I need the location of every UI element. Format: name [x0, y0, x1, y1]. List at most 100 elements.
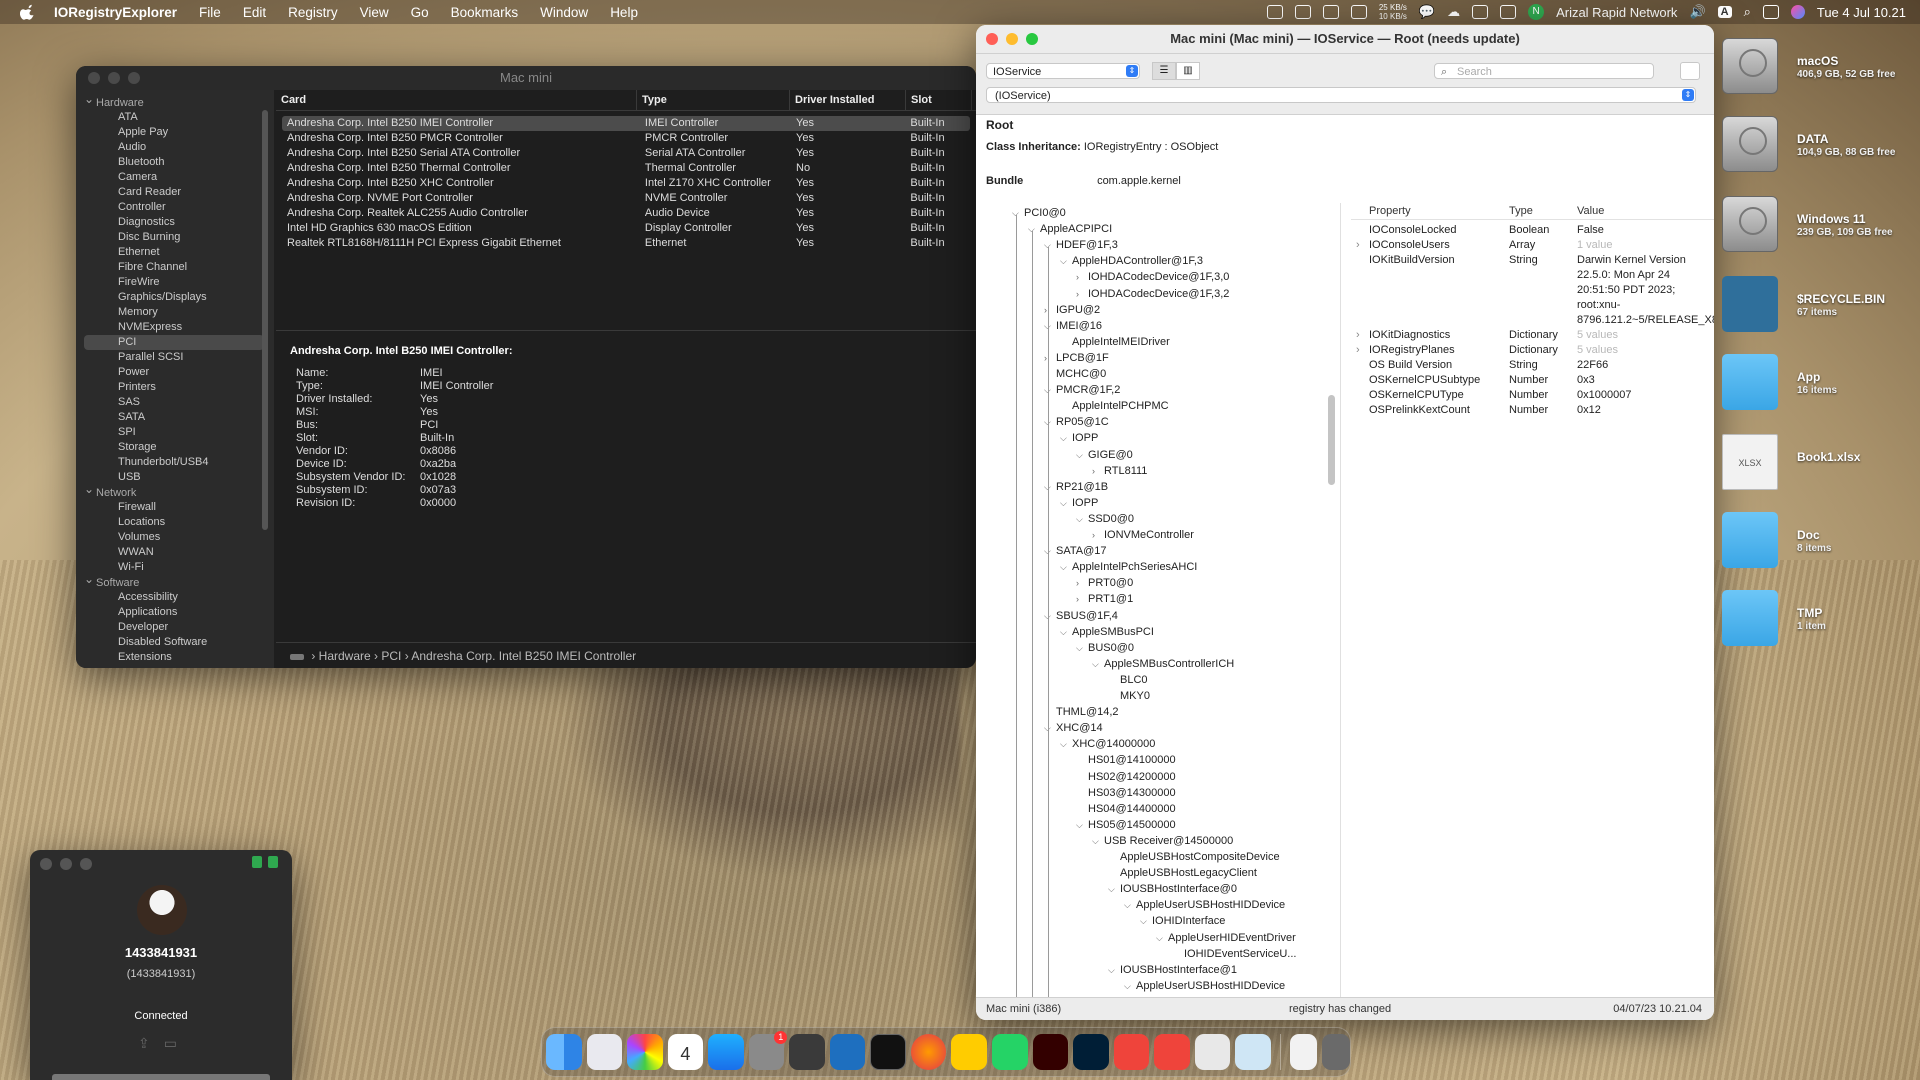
sidebar-item[interactable]: Extensions	[76, 650, 274, 665]
tree-node[interactable]: ⌵ USB Receiver@14500000	[1092, 833, 1233, 849]
sidebar-item[interactable]: USB	[76, 470, 274, 485]
column-slot[interactable]: Slot	[906, 90, 972, 110]
messaging-app-icon[interactable]	[951, 1034, 988, 1070]
chevron-down-icon[interactable]: ⌵	[1124, 978, 1136, 994]
activity-monitor-icon[interactable]	[1266, 5, 1283, 19]
tree-node[interactable]: ⌵ PMCR@1F,2	[1044, 382, 1120, 398]
tree-node[interactable]: ⌵ XHC@14000000	[1060, 736, 1155, 752]
chevron-right-icon[interactable]: ›	[1356, 343, 1360, 358]
property-row[interactable]: › IORegistryPlanes Dictionary 5 values	[1351, 343, 1714, 358]
photoshop-icon[interactable]	[1073, 1034, 1109, 1070]
sidebar-item[interactable]: Disc Burning	[76, 230, 274, 245]
firefox-icon[interactable]	[910, 1034, 947, 1070]
sidebar-item[interactable]: Memory	[76, 305, 274, 320]
menu-registry[interactable]: Registry	[288, 5, 338, 20]
sidebar-item[interactable]: Disabled Software	[76, 635, 274, 650]
whatsapp-icon[interactable]	[992, 1034, 1028, 1070]
tree-node[interactable]: ⌵ AppleSMBusPCI	[1060, 624, 1154, 640]
cloud-icon[interactable]: ☁	[1447, 4, 1460, 20]
sidebar-scrollbar[interactable]	[262, 110, 268, 530]
sidebar-item[interactable]: Fibre Channel	[76, 260, 274, 275]
sidebar-item[interactable]: Applications	[76, 605, 274, 620]
chevron-right-icon[interactable]: ›	[1044, 302, 1056, 318]
sidebar-item[interactable]: Storage	[76, 440, 274, 455]
menu-bookmarks[interactable]: Bookmarks	[451, 5, 519, 20]
table-row[interactable]: Andresha Corp. Intel B250 Serial ATA Con…	[282, 146, 970, 161]
minimize-button[interactable]	[60, 858, 72, 870]
window-manager-icon[interactable]	[1472, 5, 1489, 19]
sidebar-item[interactable]: Wi-Fi	[76, 560, 274, 575]
chevron-down-icon[interactable]: ⌵	[1044, 543, 1056, 559]
sidebar-item[interactable]: FireWire	[76, 275, 274, 290]
chevron-down-icon[interactable]: ⌵	[1044, 720, 1056, 736]
sidebar-item[interactable]: Power	[76, 365, 274, 380]
disk-meter-icon[interactable]	[1350, 5, 1367, 19]
sidebar-item[interactable]: Controller	[76, 200, 274, 215]
tree-node[interactable]: ⌵IOHIDInterface	[1140, 913, 1225, 929]
tree-node[interactable]: › RTL8111	[1092, 463, 1147, 479]
table-row[interactable]: Andresha Corp. Realtek ALC255 Audio Cont…	[282, 206, 970, 221]
tree-node[interactable]: AppleIntelPCHPMC	[1060, 398, 1169, 414]
chevron-down-icon[interactable]: ⌵	[1060, 430, 1072, 446]
chevron-down-icon[interactable]: ⌵	[1044, 318, 1056, 334]
tree-node[interactable]: › IOHDACodecDevice@1F,3,0	[1076, 269, 1229, 285]
chevron-down-icon[interactable]: ⌵	[1108, 962, 1120, 978]
sidebar-item[interactable]: Diagnostics	[76, 215, 274, 230]
tree-node[interactable]: HS04@14400000	[1076, 801, 1176, 817]
chevron-down-icon[interactable]: ⌵	[1044, 608, 1056, 624]
chevron-right-icon[interactable]: ›	[1356, 238, 1360, 253]
tree-node[interactable]: MCHC@0	[1044, 366, 1106, 382]
sidebar-item[interactable]: PCI	[84, 335, 264, 350]
chevron-right-icon[interactable]: ›	[1076, 591, 1088, 607]
siri-icon[interactable]	[1790, 5, 1805, 19]
input-source-icon[interactable]: A	[1717, 6, 1732, 18]
network-name[interactable]: Arizal Rapid Network	[1556, 5, 1677, 20]
menu-edit[interactable]: Edit	[243, 5, 266, 20]
table-row[interactable]: Intel HD Graphics 630 macOS Edition Displ…	[282, 221, 970, 236]
minimize-button[interactable]	[1006, 33, 1018, 45]
tree-node[interactable]: AppleIntelMEIDriver	[1060, 334, 1170, 350]
plane-select[interactable]: IOService ⇕	[986, 63, 1140, 79]
preview-icon[interactable]	[1235, 1034, 1271, 1070]
chevron-right-icon[interactable]: ›	[1044, 350, 1056, 366]
property-row[interactable]: OSKernelCPUSubtype Number 0x3	[1351, 373, 1714, 388]
sidebar-item[interactable]: Volumes	[76, 530, 274, 545]
chevron-down-icon[interactable]: ⌵	[1012, 205, 1024, 221]
photos-icon[interactable]	[627, 1034, 663, 1070]
anydesk-icon[interactable]	[1113, 1034, 1150, 1070]
tree-node[interactable]: ⌵ HS05@14500000	[1076, 817, 1176, 833]
chevron-down-icon[interactable]: ⌵	[1028, 221, 1040, 237]
chevron-down-icon[interactable]: ⌵	[1060, 736, 1072, 752]
path-combo[interactable]: (IOService) ⇕	[986, 87, 1696, 103]
tree-node[interactable]: AppleUSBHostCompositeDevice	[1108, 849, 1280, 865]
memory-meter-icon[interactable]	[1322, 5, 1339, 19]
tree-node[interactable]: ⌵ BUS0@0	[1076, 640, 1134, 656]
spotlight-icon[interactable]: ⌕	[1744, 4, 1751, 20]
menu-app-name[interactable]: IORegistryExplorer	[54, 5, 177, 20]
sidebar-item[interactable]: Bluetooth	[76, 155, 274, 170]
clock[interactable]: Tue 4 Jul 10.21	[1817, 5, 1906, 20]
sidebar-item[interactable]: Printers	[76, 380, 274, 395]
document-icon[interactable]	[1289, 1034, 1318, 1070]
tree-node[interactable]: ⌵ GIGE@0	[1076, 447, 1133, 463]
tree-node[interactable]: ⌵ IOUSBHostInterface@0	[1108, 881, 1237, 897]
chevron-down-icon[interactable]: ⌵	[1044, 414, 1056, 430]
sidebar-item[interactable]: NVMExpress	[76, 320, 274, 335]
column-view-icon[interactable]: ▥	[1176, 62, 1200, 80]
tree-node[interactable]: ⌵ AppleUserUSBHostHIDDevice	[1124, 897, 1285, 913]
table-row[interactable]: Andresha Corp. NVME Port Controller NVME …	[282, 191, 970, 206]
chevron-down-icon[interactable]: ⌵	[1044, 479, 1056, 495]
tree-node[interactable]: › PRT0@0	[1076, 575, 1133, 591]
tree-node[interactable]: HS03@14300000	[1076, 785, 1176, 801]
calendar-icon[interactable]: 4	[667, 1034, 704, 1070]
column-driver-installed[interactable]: Driver Installed	[790, 90, 906, 110]
chevron-down-icon[interactable]: ⌵	[1092, 656, 1104, 672]
menu-go[interactable]: Go	[411, 5, 429, 20]
sidebar-item[interactable]: Accessibility	[76, 590, 274, 605]
tree-node[interactable]: ⌵ AppleHDAController@1F,3	[1060, 253, 1203, 269]
column-card[interactable]: Card	[276, 90, 637, 110]
vpn-icon[interactable]: N	[1528, 4, 1545, 20]
sidebar-item[interactable]: Graphics/Displays	[76, 290, 274, 305]
tree-node[interactable]: HS01@14100000	[1076, 752, 1176, 768]
tree-node[interactable]: ⌵ SATA@17	[1044, 543, 1107, 559]
